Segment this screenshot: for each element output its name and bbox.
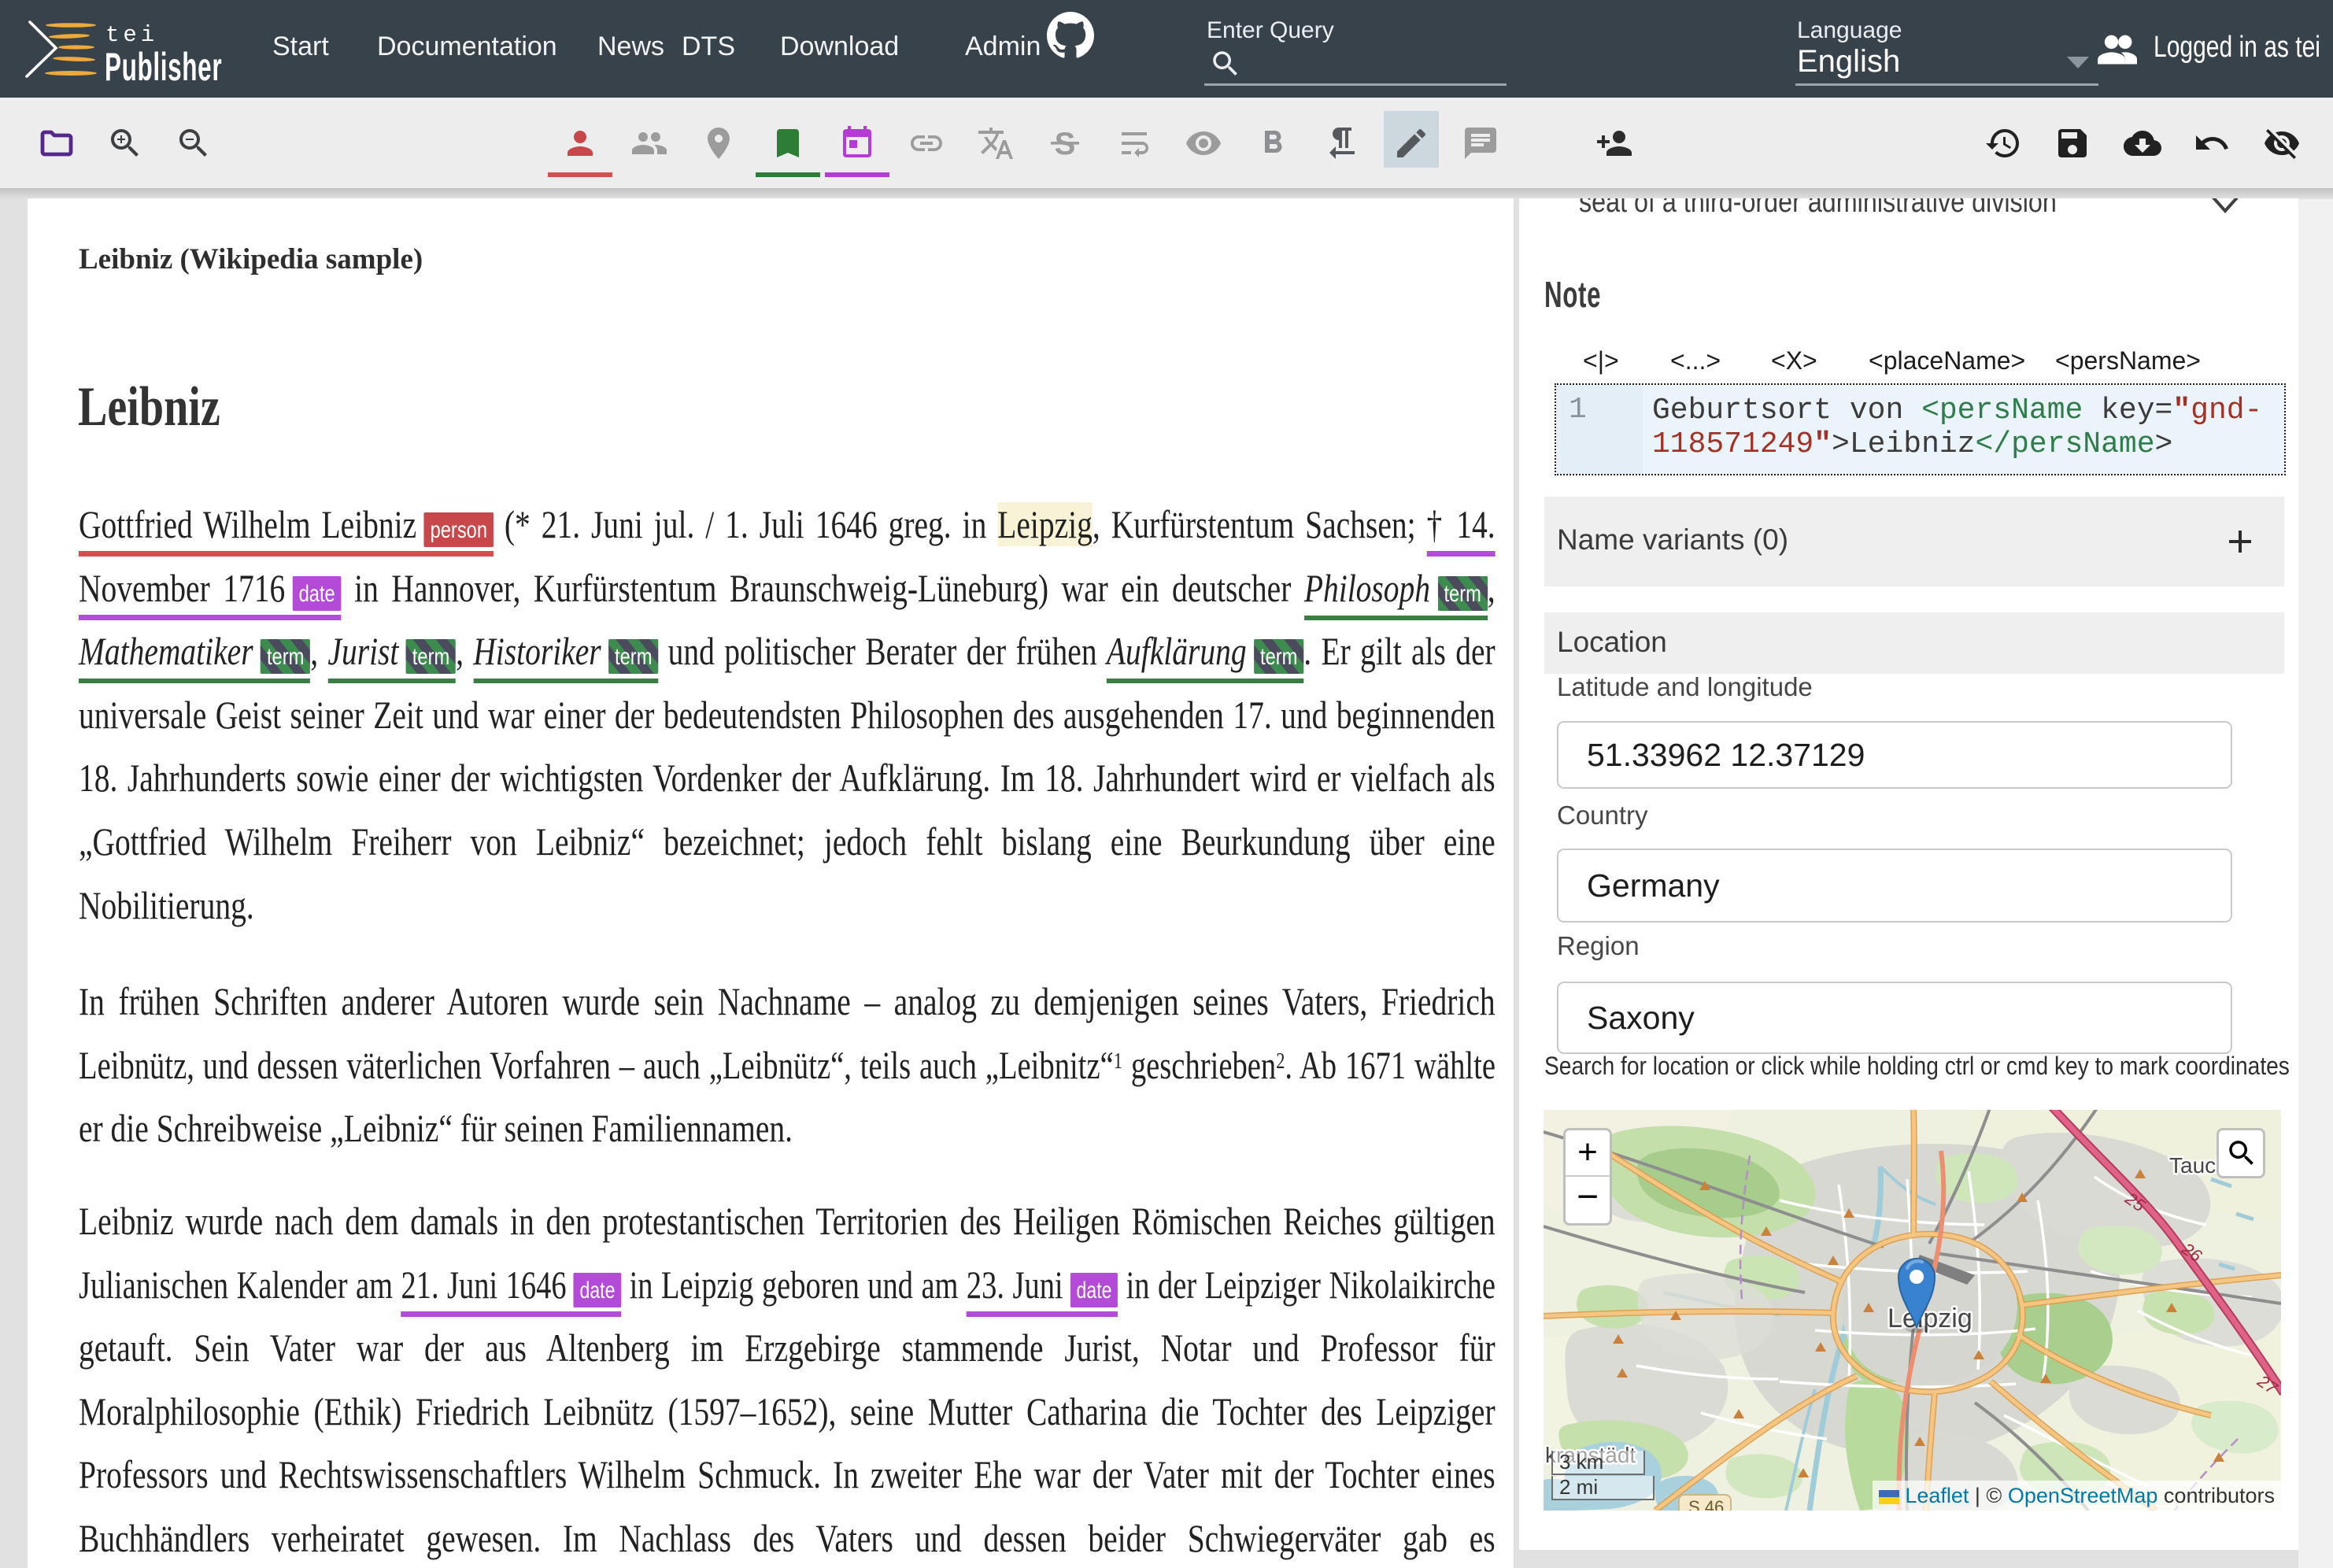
svg-text:Leipzig: Leipzig <box>1887 1304 1973 1333</box>
svg-text:S 46: S 46 <box>1688 1497 1724 1511</box>
